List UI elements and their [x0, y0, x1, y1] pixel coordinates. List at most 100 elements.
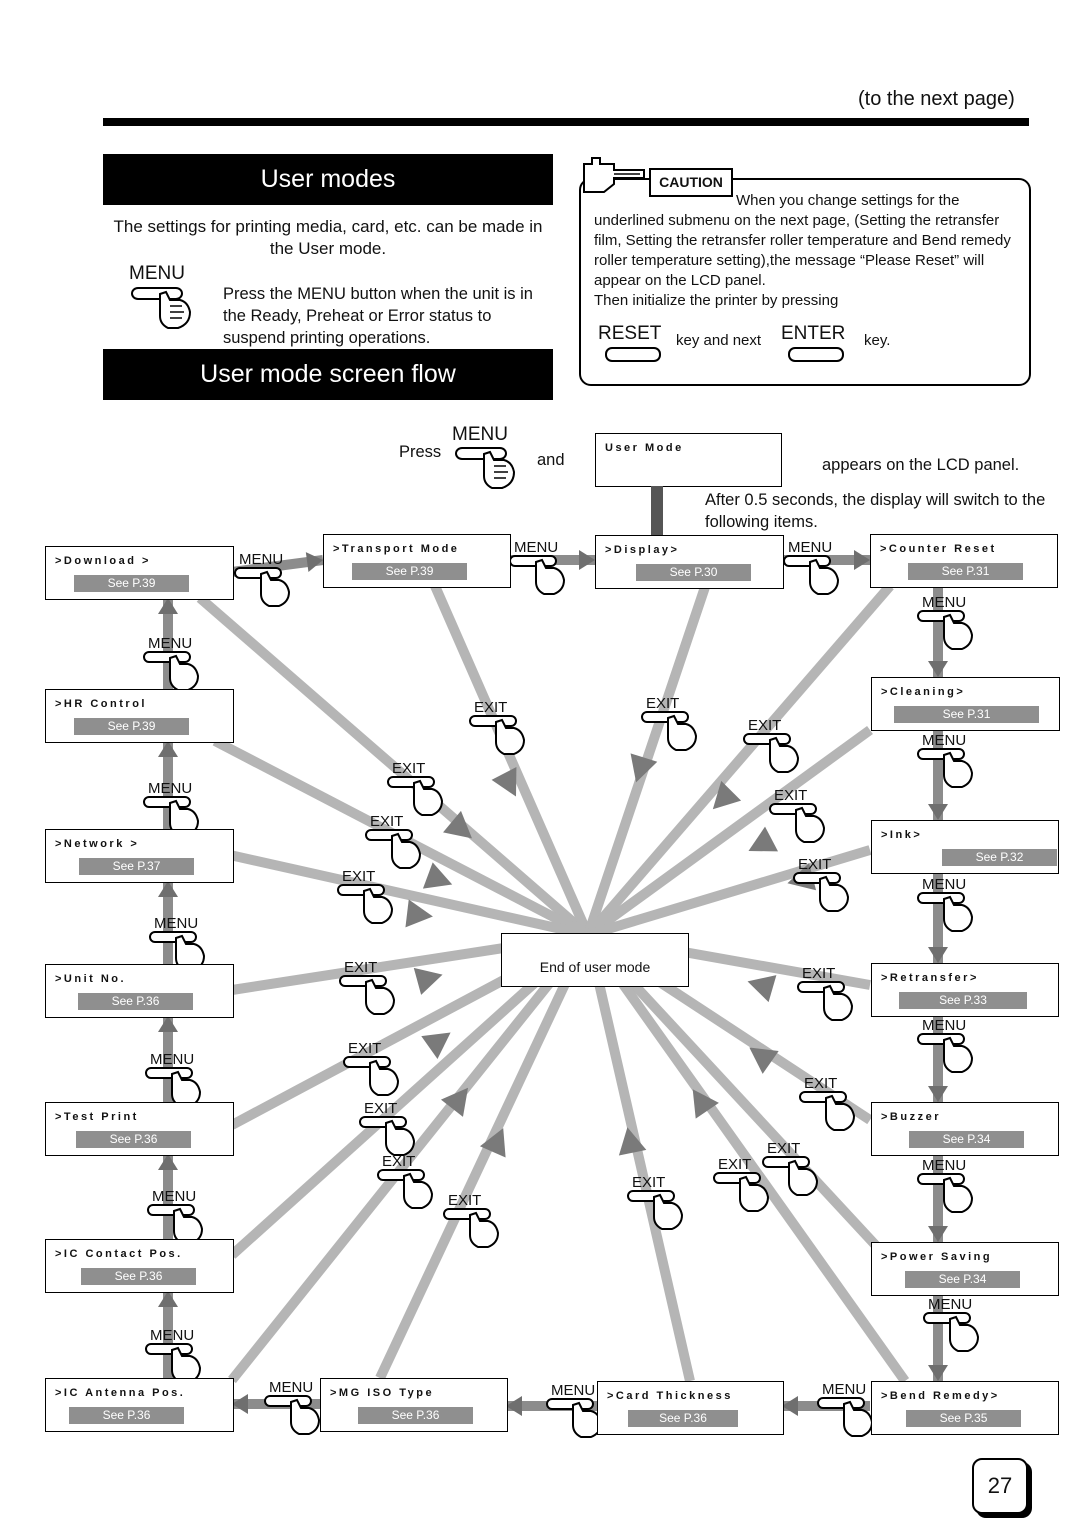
lcd-screen-title: >Bend Remedy> [881, 1390, 1000, 1402]
exit-button-label: EXIT [370, 813, 403, 830]
page-reference-link[interactable]: See P.31 [894, 706, 1039, 723]
page-reference-link[interactable]: See P.31 [908, 563, 1023, 580]
arrowhead-icon [232, 1394, 248, 1414]
page-reference-link[interactable]: See P.34 [909, 1131, 1024, 1148]
arrowhead-icon [928, 1086, 948, 1102]
exit-button-label: EXIT [767, 1140, 800, 1157]
lcd-screen-counter-reset: >Counter Reset See P.31 [870, 534, 1058, 588]
arrowhead-icon [928, 947, 948, 963]
arrowhead-icon [579, 550, 595, 570]
menu-button-key-icon [145, 1343, 193, 1355]
menu-button-key-icon [923, 1312, 971, 1324]
lcd-screen-title: >Download > [55, 555, 151, 567]
exit-button-label: EXIT [774, 787, 807, 804]
arrowhead-icon [854, 550, 870, 570]
lcd-screen-title: >IC Contact Pos. [55, 1248, 183, 1260]
menu-button-label: MENU [788, 539, 832, 556]
exit-button-key-icon [443, 1208, 491, 1220]
lcd-screen-card-thickness: >Card Thickness See P.36 [597, 1381, 784, 1435]
lcd-screen-transport-mode: >Transport Mode See P.39 [323, 534, 511, 588]
arrowhead-icon [158, 1154, 178, 1170]
menu-button-label: MENU [154, 915, 198, 932]
end-of-user-mode-box: End of user mode [501, 933, 689, 987]
arrowhead-icon [928, 1226, 948, 1242]
page-reference-link[interactable]: See P.36 [358, 1407, 473, 1424]
arrowhead-icon [158, 741, 178, 757]
lcd-screen-title: >Power Saving [881, 1251, 993, 1263]
page-reference-link[interactable]: See P.35 [906, 1410, 1021, 1427]
menu-button-key-icon [234, 567, 282, 579]
arrowhead-icon [928, 804, 948, 820]
exit-button-key-icon [793, 872, 841, 884]
exit-button-label: EXIT [342, 868, 375, 885]
lcd-screen-title: >Buzzer [881, 1111, 941, 1123]
lcd-screen-title: >IC Antenna Pos. [55, 1387, 186, 1399]
menu-button-label: MENU [148, 780, 192, 797]
lcd-screen-buzzer: >Buzzer See P.34 [871, 1102, 1059, 1156]
exit-button-key-icon [713, 1172, 761, 1184]
exit-button-key-icon [627, 1190, 675, 1202]
lcd-screen-title: >Counter Reset [880, 543, 997, 555]
lcd-screen-title: >Test Print [55, 1111, 139, 1123]
page-reference-link[interactable]: See P.39 [352, 563, 467, 580]
menu-button-label: MENU [922, 594, 966, 611]
page-reference-link[interactable]: See P.33 [899, 992, 1027, 1009]
menu-button-key-icon [509, 555, 557, 567]
page-reference-link[interactable]: See P.39 [74, 575, 189, 592]
page-reference-link[interactable]: See P.36 [69, 1407, 184, 1424]
menu-button-key-icon [145, 1067, 193, 1079]
arrowhead-icon [305, 552, 323, 573]
menu-button-label: MENU [239, 551, 283, 568]
page-reference-link[interactable]: See P.36 [78, 993, 193, 1010]
menu-button-label: MENU [148, 635, 192, 652]
menu-button-label: MENU [922, 1157, 966, 1174]
lcd-screen-title: >Cleaning> [881, 686, 966, 698]
menu-button-label: MENU [514, 539, 558, 556]
lcd-screen-title: >Unit No. [55, 973, 127, 985]
menu-button-label: MENU [922, 876, 966, 893]
lcd-screen-download: >Download > See P.39 [45, 546, 234, 600]
exit-button-label: EXIT [802, 965, 835, 982]
arrowhead-icon [491, 767, 517, 797]
arrowhead-icon [158, 1291, 178, 1307]
menu-button-key-icon [546, 1398, 594, 1410]
lcd-screen-title: >Transport Mode [333, 543, 460, 555]
lcd-screen-unit-no: >Unit No. See P.36 [45, 964, 234, 1018]
exit-button-key-icon [339, 975, 387, 987]
exit-button-label: EXIT [632, 1174, 665, 1191]
lcd-connector [651, 486, 663, 536]
page-reference-link[interactable]: See P.30 [636, 564, 751, 581]
menu-button-label: MENU [822, 1381, 866, 1398]
page-reference-link[interactable]: See P.39 [74, 718, 189, 735]
lcd-screen-title: >Ink> [881, 829, 923, 841]
arrowhead-icon [782, 1396, 798, 1416]
page-reference-link[interactable]: See P.36 [628, 1410, 738, 1427]
page-reference-link[interactable]: See P.32 [942, 849, 1057, 866]
exit-button-key-icon [387, 776, 435, 788]
menu-button-key-icon [149, 931, 197, 943]
page-reference-link[interactable]: See P.37 [79, 858, 194, 875]
menu-button-key-icon [917, 610, 965, 622]
page-reference-link[interactable]: See P.34 [905, 1271, 1020, 1288]
exit-button-label: EXIT [392, 760, 425, 777]
exit-button-label: EXIT [348, 1040, 381, 1057]
menu-button-key-icon [917, 1173, 965, 1185]
page-number: 27 [972, 1458, 1028, 1514]
exit-button-label: EXIT [474, 699, 507, 716]
flow-arrows: MENU MENU MENU MENU MENU MENU MENU MENU MENU MENU… [143, 486, 980, 1438]
menu-button-key-icon [917, 1033, 965, 1045]
lcd-screen-title: >Network > [55, 838, 140, 850]
arrowhead-icon [413, 967, 443, 995]
menu-button-key-icon [917, 892, 965, 904]
page-reference-link[interactable]: See P.36 [76, 1131, 191, 1148]
lcd-screen-title: >MG ISO Type [330, 1387, 435, 1399]
menu-button-key-icon [143, 796, 191, 808]
exit-button-label: EXIT [718, 1156, 751, 1173]
exit-button-key-icon [337, 884, 385, 896]
lcd-screen-test-print: >Test Print See P.36 [45, 1102, 234, 1156]
exit-button-label: EXIT [798, 856, 831, 873]
page-reference-link[interactable]: See P.36 [81, 1268, 196, 1285]
arrowhead-icon [747, 975, 777, 1003]
menu-button-label: MENU [922, 732, 966, 749]
lcd-screen-title: >HR Control [55, 698, 147, 710]
